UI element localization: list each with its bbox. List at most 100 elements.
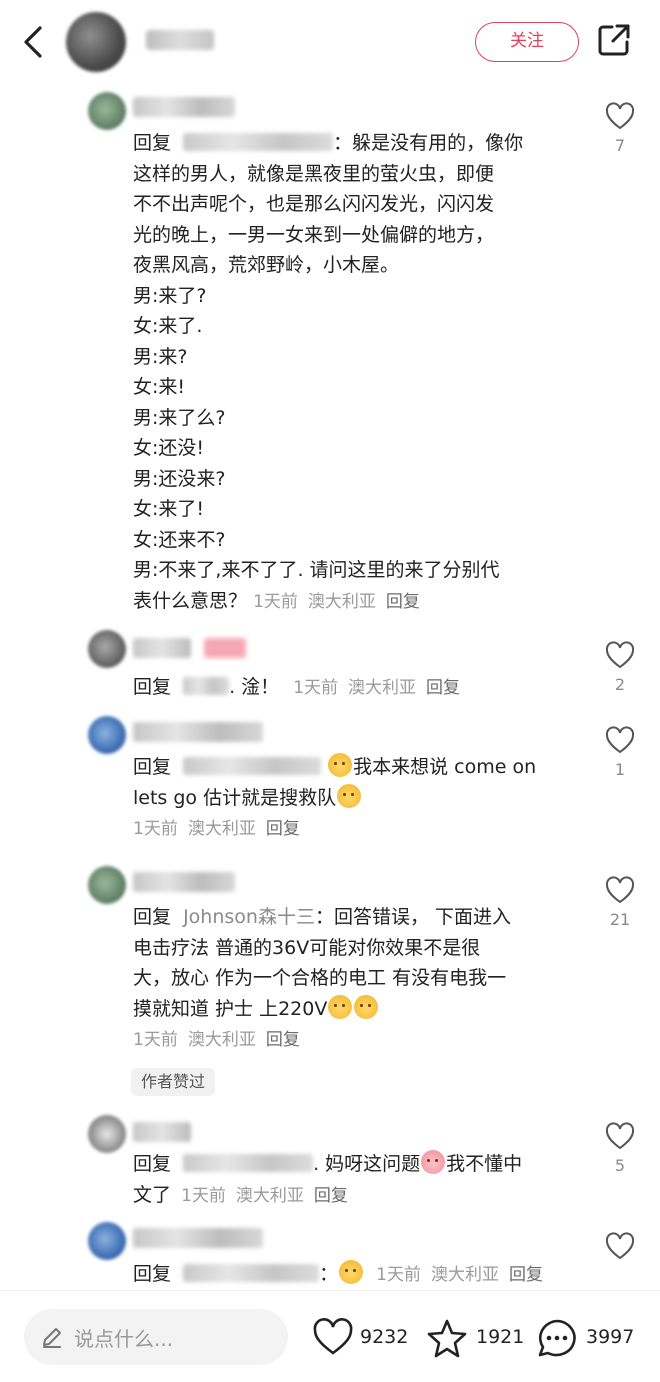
pencil-icon <box>43 1328 61 1348</box>
like-count: 7 <box>614 136 626 155</box>
comment-line: 男:还没来? <box>133 467 226 490</box>
comment-meta: 1天前 澳大利亚 回复 <box>133 819 310 839</box>
heart-icon <box>313 1318 353 1355</box>
reply-prefix: 回复 <box>133 906 172 928</box>
comment-line: 电击疗法 普通的36V可能对你效果不是很 <box>133 936 481 959</box>
follow-button[interactable]: 关注 <box>475 22 579 62</box>
comment-input-placeholder: 说点什么... <box>74 1327 174 1351</box>
emoji-icon <box>328 753 353 777</box>
comment-line: 女:来! <box>133 376 186 398</box>
commenter-name-blurred[interactable] <box>133 872 235 892</box>
heart-icon <box>605 641 635 669</box>
emoji-icon <box>354 994 379 1019</box>
comment-line: 男:来了? <box>133 284 207 307</box>
comment-location: 澳大利亚 <box>307 591 376 612</box>
comment-location: 澳大利亚 <box>235 1185 304 1206</box>
comment-time: 1天前 <box>133 1030 178 1050</box>
commenter-avatar[interactable] <box>88 716 126 754</box>
like-count: 21 <box>609 910 631 929</box>
like-stat-button[interactable]: 9232 <box>312 1318 412 1358</box>
comment-text: 回复 . 妈呀这问题 我不懂中 文了 1天前 澳大利亚 回复 <box>133 1149 573 1211</box>
heart-icon <box>605 102 635 130</box>
comment-like-button[interactable]: 7 <box>598 102 642 155</box>
comment-meta: 1天前 澳大利亚 回复 <box>293 678 470 698</box>
comment-like-button[interactable]: 5 <box>598 1122 642 1175</box>
commenter-avatar[interactable] <box>88 630 126 668</box>
mention-blurred[interactable] <box>183 757 322 775</box>
commenter-avatar[interactable] <box>88 92 126 130</box>
comment-line: ：躲是没有用的，像你 <box>333 132 524 154</box>
top-bar: 关注 <box>0 0 660 86</box>
author-avatar[interactable] <box>66 12 126 72</box>
reply-prefix: 回复 <box>133 1263 172 1285</box>
comment-location: 澳大利亚 <box>187 819 256 839</box>
commenter-name-blurred[interactable] <box>133 97 235 117</box>
comment-like-button[interactable]: 1 <box>598 726 642 779</box>
comment-location: 澳大利亚 <box>430 1265 499 1285</box>
commenter-name-blurred[interactable] <box>133 722 263 742</box>
comment-location: 澳大利亚 <box>187 1030 256 1050</box>
like-count: 5 <box>614 1156 626 1175</box>
comment-location: 澳大利亚 <box>348 678 417 698</box>
reply-link[interactable]: 回复 <box>509 1265 543 1285</box>
mention-name[interactable]: Johnson森十三 <box>183 906 315 928</box>
comment-like-button[interactable]: 2 <box>598 641 642 694</box>
commenter-avatar[interactable] <box>88 1222 126 1260</box>
comment-text: 回复 ： 1天前 澳大利亚 回复 <box>133 1259 573 1291</box>
emoji-icon <box>339 1260 364 1284</box>
comment-line: 大，放心 作为一个合格的电工 有没有电我一 <box>133 967 507 989</box>
comment-count: 3997 <box>586 1326 635 1348</box>
heart-icon <box>605 876 635 904</box>
comment-like-button[interactable]: 21 <box>598 876 642 929</box>
comment-line: 这样的男人，就像是黑夜里的萤火虫，即便 <box>133 162 495 185</box>
reply-prefix: 回复 <box>133 676 172 698</box>
like-count: 1 <box>614 760 626 779</box>
mention-blurred[interactable] <box>183 133 334 151</box>
commenter-name-blurred[interactable] <box>133 1122 191 1142</box>
mention-blurred[interactable] <box>183 677 230 695</box>
commenter-name-blurred[interactable] <box>133 1228 263 1248</box>
reply-prefix: 回复 <box>133 756 172 778</box>
comment-stat-button[interactable]: 3997 <box>536 1318 646 1358</box>
reply-link[interactable]: 回复 <box>426 678 460 698</box>
mention-blurred[interactable] <box>183 1154 314 1172</box>
like-count: 2 <box>614 675 626 694</box>
comment-line: 不不出声呢个，也是那么闪闪发光，闪闪发 <box>133 193 495 215</box>
favorite-count: 1921 <box>476 1326 525 1348</box>
heart-icon <box>605 1122 635 1150</box>
share-icon[interactable] <box>596 22 632 58</box>
back-chevron-icon[interactable] <box>18 22 48 62</box>
heart-icon <box>605 726 635 754</box>
reply-link[interactable]: 回复 <box>314 1186 348 1206</box>
comment-time: 1天前 <box>181 1185 226 1206</box>
mention-blurred[interactable] <box>183 1264 320 1282</box>
comment-line: lets go 估计就是搜救队 <box>133 786 337 809</box>
author-name-blurred[interactable] <box>146 30 214 50</box>
comment-line: . 妈呀这问题 <box>313 1153 421 1175</box>
reply-link[interactable]: 回复 <box>266 1030 300 1050</box>
comment-line: 男:来? <box>133 345 188 368</box>
comment-line: . 淦！ <box>229 676 280 698</box>
commenter-name-blurred[interactable] <box>133 638 191 658</box>
comment-meta: 1天前 澳大利亚 回复 <box>133 1030 310 1050</box>
comment-time: 1天前 <box>376 1265 421 1285</box>
comment-line: 女:来了. <box>133 315 203 337</box>
commenter-badge-blurred <box>204 638 246 658</box>
comment-text: 回复 我本来想说 come on lets go 估计就是搜救队 1天前 澳大利亚… <box>133 752 573 845</box>
emoji-icon <box>337 783 362 808</box>
comment-like-button[interactable] <box>598 1232 642 1260</box>
comment-input[interactable]: 说点什么... <box>24 1309 288 1365</box>
comment-line: 夜黑风高，荒郊野岭，小木屋。 <box>133 254 400 276</box>
comment-line: ：回答错误， 下面进入 <box>314 906 511 928</box>
comment-line: 男:不来了,来不了了. 请问这里的来了分别代 <box>133 559 500 581</box>
comment-line: 我本来想说 come on <box>353 756 537 778</box>
comment-bubble-icon <box>538 1319 576 1357</box>
reply-link[interactable]: 回复 <box>266 819 300 839</box>
comment-line: 男:来了么? <box>133 406 226 429</box>
reply-link[interactable]: 回复 <box>386 592 420 612</box>
commenter-avatar[interactable] <box>88 866 126 904</box>
comment-meta: 1天前 澳大利亚 回复 <box>253 592 430 612</box>
commenter-avatar[interactable] <box>88 1115 126 1153</box>
reply-prefix: 回复 <box>133 132 172 154</box>
favorite-stat-button[interactable]: 1921 <box>426 1318 526 1358</box>
